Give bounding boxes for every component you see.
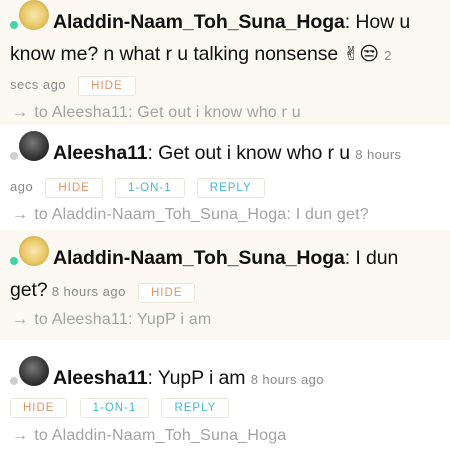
username[interactable]: Aladdin-Naam_Toh_Suna_Hoga [53, 247, 345, 269]
timestamp: ago [10, 179, 34, 194]
reply-button[interactable]: REPLY [196, 177, 265, 198]
reply-to-text: to Aleesha11: YupP i am [34, 311, 212, 328]
chat-message: Aladdin-Naam_Toh_Suna_Hoga: I dun get? 8… [0, 230, 450, 340]
message-line: know me? n what r u talking nonsense ✌😒 … [10, 38, 442, 72]
user-avatar[interactable] [19, 0, 49, 30]
reply-to-text: to Aladdin-Naam_Toh_Suna_Hoga [34, 427, 287, 444]
message-text: know me? n what r u talking nonsense [10, 43, 339, 65]
reply-arrow-icon: → [12, 104, 29, 121]
hide-button[interactable]: HIDE [45, 177, 103, 198]
hide-button[interactable]: HIDE [137, 282, 196, 303]
chat-message: Aleesha11: Get out i know who r u 8 hour… [0, 125, 450, 230]
chat-message: Aladdin-Naam_Toh_Suna_Hoga: How u know m… [0, 0, 450, 125]
user-avatar[interactable] [19, 235, 49, 266]
emoji: ✌😒 [343, 44, 379, 65]
online-status-dot [10, 256, 18, 265]
timestamp: 2 [384, 48, 392, 63]
username[interactable]: Aleesha11 [53, 142, 148, 164]
reply-arrow-icon: → [12, 427, 29, 444]
message-meta: secs ago HIDE [10, 75, 442, 96]
username[interactable]: Aleesha11 [53, 367, 148, 389]
timestamp: 8 hours [355, 147, 402, 162]
one-on-one-button[interactable]: 1-ON-1 [79, 397, 150, 418]
reply-arrow-icon: → [12, 206, 29, 223]
hide-button[interactable]: HIDE [10, 397, 68, 418]
reply-to-text: to Aleesha11: Get out i know who r u [34, 104, 301, 121]
message-line: Aleesha11: YupP i am 8 hours ago [10, 355, 442, 396]
message-text: : How u [344, 11, 411, 33]
message-line: Aladdin-Naam_Toh_Suna_Hoga: I dun [10, 235, 442, 274]
reply-context[interactable]: → to Aladdin-Naam_Toh_Suna_Hoga [12, 425, 286, 447]
message-meta: HIDE 1-ON-1 REPLY [10, 397, 442, 418]
message-text: : I dun [344, 247, 399, 269]
message-text: : YupP i am [147, 367, 246, 389]
reply-arrow-icon: → [12, 311, 29, 328]
chat-message: Aleesha11: YupP i am 8 hours ago HIDE 1-… [0, 340, 450, 450]
username[interactable]: Aladdin-Naam_Toh_Suna_Hoga [53, 11, 345, 33]
hide-button[interactable]: HIDE [78, 75, 136, 96]
message-line: Aleesha11: Get out i know who r u 8 hour… [10, 130, 442, 171]
reply-button[interactable]: REPLY [161, 397, 230, 418]
timestamp: 8 hours ago [250, 372, 324, 387]
timestamp: secs ago [10, 77, 67, 92]
offline-status-dot [10, 151, 18, 160]
message-text: get? [10, 279, 48, 301]
reply-to-text: to Aladdin-Naam_Toh_Suna_Hoga: I dun get… [34, 206, 369, 223]
message-text: : Get out i know who r u [147, 142, 351, 164]
one-on-one-button[interactable]: 1-ON-1 [114, 177, 185, 198]
user-avatar[interactable] [19, 355, 49, 386]
user-avatar[interactable] [19, 130, 49, 161]
offline-status-dot [10, 376, 18, 385]
reply-context[interactable]: → to Aleesha11: Get out i know who r u [12, 102, 301, 124]
timestamp: 8 hours ago [51, 284, 126, 299]
reply-context[interactable]: → to Aleesha11: YupP i am [12, 309, 211, 331]
message-meta: ago HIDE 1-ON-1 REPLY [10, 177, 442, 198]
message-line: Aladdin-Naam_Toh_Suna_Hoga: How u [10, 0, 442, 38]
reply-context[interactable]: → to Aladdin-Naam_Toh_Suna_Hoga: I dun ge… [12, 204, 369, 226]
message-line: get? 8 hours ago HIDE [10, 280, 442, 303]
online-status-dot [10, 20, 18, 29]
